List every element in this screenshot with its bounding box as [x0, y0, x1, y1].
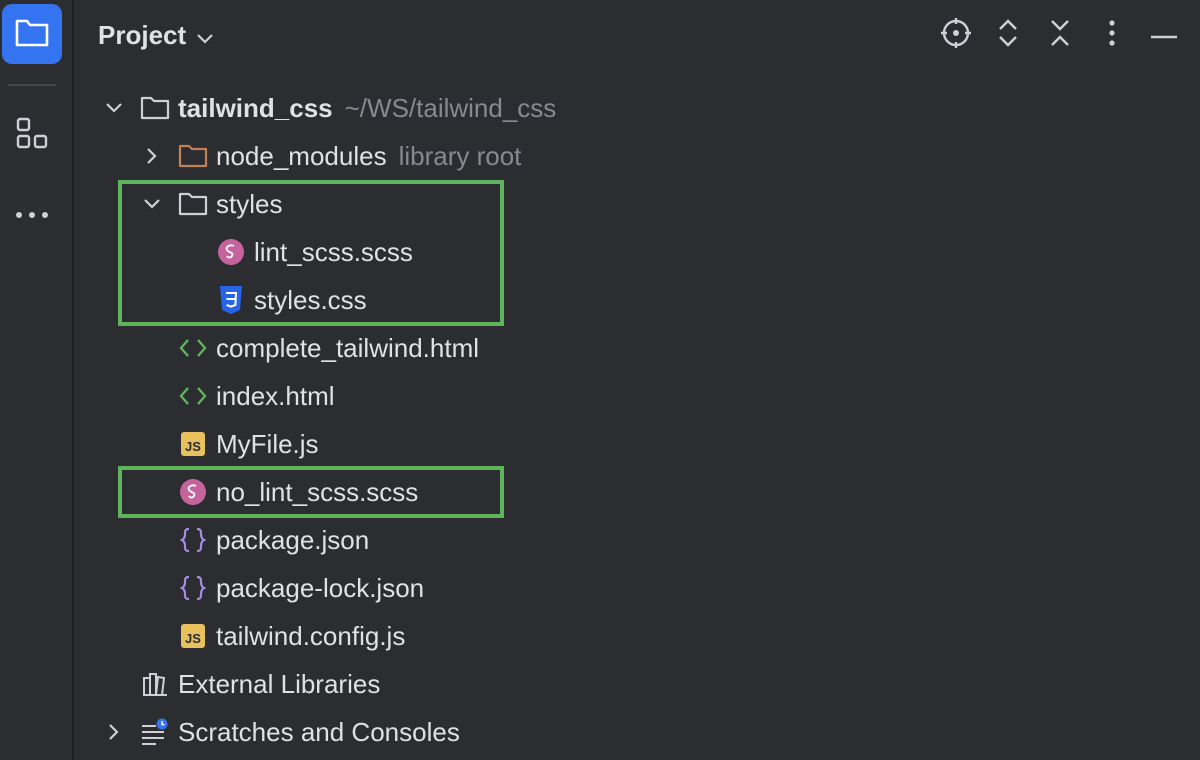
sass-file-icon	[178, 477, 208, 507]
project-tool-button[interactable]	[2, 4, 62, 64]
structure-icon	[16, 117, 48, 156]
library-root-hint: library root	[398, 141, 522, 171]
folder-icon	[140, 93, 170, 123]
root-folder-name: tailwind_css	[178, 93, 333, 123]
tree-item-label: index.html	[216, 381, 335, 411]
tree-item-label: complete_tailwind.html	[216, 333, 480, 363]
folder-icon	[178, 141, 208, 171]
folder-icon	[15, 17, 49, 52]
chevron-right-icon[interactable]	[102, 720, 126, 744]
tree-item-label: Scratches and Consoles	[178, 717, 460, 747]
hide-button[interactable]	[1146, 12, 1182, 58]
header-toolbar	[938, 12, 1182, 58]
tree-item-label: styles	[216, 189, 283, 219]
sass-file-icon	[216, 237, 246, 267]
hide-icon	[1150, 26, 1178, 44]
more-icon	[15, 207, 49, 225]
tree-item-label: tailwind.config.js	[216, 621, 406, 651]
tree-item-label: tailwind_css ~/WS/tailwind_css	[178, 92, 556, 124]
tree-item-label: package-lock.json	[216, 573, 425, 603]
options-button[interactable]	[1094, 12, 1130, 58]
expand-all-button[interactable]	[990, 12, 1026, 58]
chevron-right-icon[interactable]	[140, 144, 164, 168]
collapse-all-button[interactable]	[1042, 12, 1078, 58]
locate-button[interactable]	[938, 12, 974, 58]
structure-tool-button[interactable]	[2, 106, 62, 166]
more-tools-button[interactable]	[2, 186, 62, 246]
tree-item-label: MyFile.js	[216, 429, 319, 459]
js-file-icon: JS	[178, 621, 208, 651]
tree-item-label: External Libraries	[178, 669, 381, 699]
html-file-icon	[178, 333, 208, 363]
page-title: Project	[98, 19, 187, 50]
chevron-down-icon[interactable]	[140, 192, 164, 216]
folder-icon	[178, 189, 208, 219]
chevron-down-icon	[196, 20, 214, 51]
json-file-icon	[178, 573, 208, 603]
tree-item-label: node_modules library root	[216, 140, 521, 172]
node-modules-name: node_modules	[216, 141, 387, 171]
expand-all-icon	[997, 18, 1019, 53]
scratches-icon	[140, 717, 170, 747]
root-folder-path: ~/WS/tailwind_css	[344, 93, 557, 123]
locate-icon	[940, 17, 972, 54]
chevron-down-icon[interactable]	[102, 96, 126, 120]
project-header: Project	[74, 0, 1200, 70]
library-icon	[140, 669, 170, 699]
tree-item-label: package.json	[216, 525, 370, 555]
tool-window-rail	[0, 0, 74, 760]
tree-item-label: lint_scss.scss	[254, 237, 413, 267]
svg-text:JS: JS	[185, 631, 201, 646]
tree-item-label: no_lint_scss.scss	[216, 477, 419, 507]
options-icon	[1108, 19, 1116, 52]
css-file-icon	[216, 285, 246, 315]
html-file-icon	[178, 381, 208, 411]
tree-item-label: styles.css	[254, 285, 367, 315]
project-view-selector[interactable]: Project	[98, 20, 214, 51]
json-file-icon	[178, 525, 208, 555]
js-file-icon: JS	[178, 429, 208, 459]
rail-divider	[8, 84, 56, 86]
collapse-all-icon	[1049, 18, 1071, 53]
svg-text:JS: JS	[185, 439, 201, 454]
